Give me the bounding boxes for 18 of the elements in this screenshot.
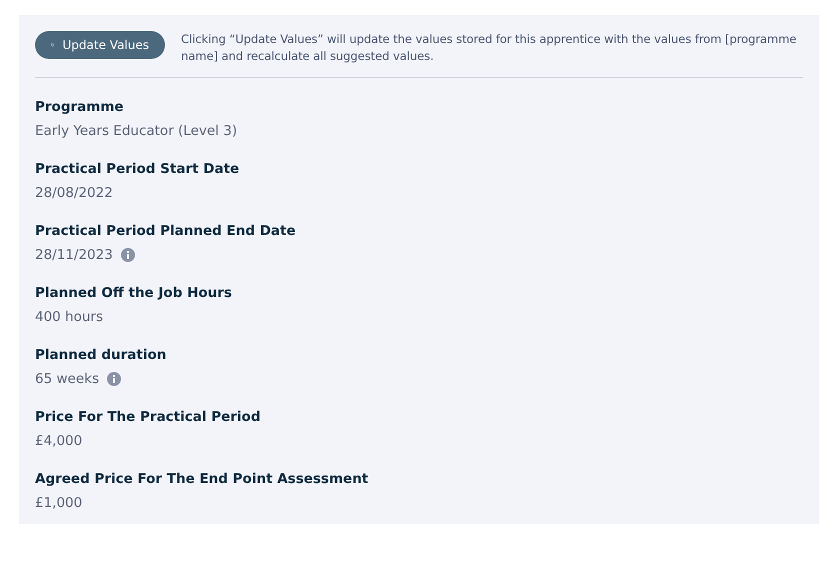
field-value: Early Years Educator (Level 3) xyxy=(35,122,238,141)
field-value: 400 hours xyxy=(35,308,104,327)
update-values-button[interactable]: Update Values xyxy=(35,31,165,59)
field-label: Planned Off the Job Hours xyxy=(35,284,233,303)
field-label: Price For The Practical Period xyxy=(35,408,262,427)
field-value: £4,000 xyxy=(35,432,82,451)
field-value: 28/08/2022 xyxy=(35,184,113,203)
field-label: Practical Period Planned End Date xyxy=(35,222,297,241)
field-label: Programme xyxy=(35,98,125,117)
field-value: £1,000 xyxy=(35,494,82,513)
update-note: Clicking “Update Values” will update the values stored for this apprentice with the values from [programme name] and recalculate all suggested values. xyxy=(181,31,798,65)
field-value: 28/11/2023 xyxy=(35,246,113,265)
field-label: Planned duration xyxy=(35,346,168,365)
field-label: Agreed Price For The End Point Assessment xyxy=(35,470,370,489)
field-label: Practical Period Start Date xyxy=(35,160,240,179)
info-icon[interactable] xyxy=(120,248,135,262)
field-value: 65 weeks xyxy=(35,370,99,389)
info-icon[interactable] xyxy=(106,372,121,386)
